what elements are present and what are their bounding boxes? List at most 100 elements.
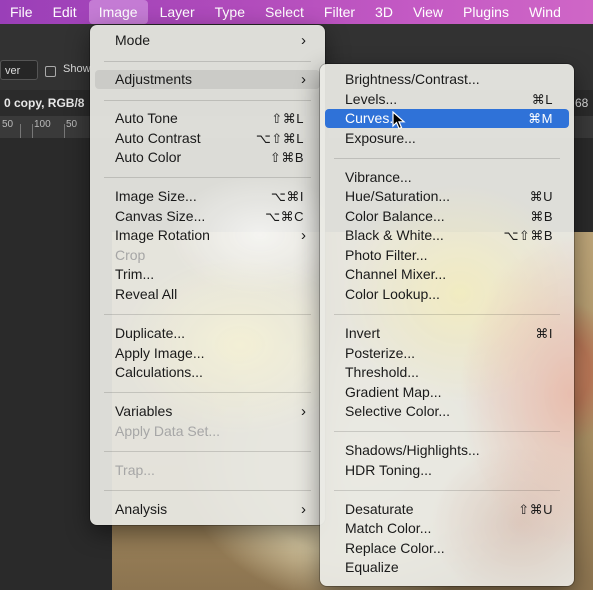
menu-item-label: HDR Toning... xyxy=(345,462,432,478)
menu-item-mode[interactable]: Mode › xyxy=(95,31,320,50)
ruler-label: 50 xyxy=(66,119,78,130)
menu-item-label: Brightness/Contrast... xyxy=(345,71,480,87)
menu-item-color-balance[interactable]: Color Balance... ⌘B xyxy=(325,207,569,226)
menu-item-analysis[interactable]: Analysis › xyxy=(95,500,320,519)
menu-item-label: Gradient Map... xyxy=(345,384,442,400)
menu-separator xyxy=(104,61,311,62)
menu-item-label: Shadows/Highlights... xyxy=(345,442,480,458)
menu-item-label: Black & White... xyxy=(345,227,444,243)
menu-edit[interactable]: Edit xyxy=(43,0,87,24)
menu-item-reveal-all[interactable]: Reveal All xyxy=(95,285,320,304)
menu-item-threshold[interactable]: Threshold... xyxy=(325,363,569,382)
menu-item-calculations[interactable]: Calculations... xyxy=(95,363,320,382)
ruler-tick xyxy=(20,124,21,138)
ruler-label: 50 xyxy=(2,119,14,130)
shortcut-label: ⌘M xyxy=(528,111,553,126)
menu-item-apply-data-set: Apply Data Set... xyxy=(95,422,320,441)
menu-item-levels[interactable]: Levels... ⌘L xyxy=(325,90,569,109)
menu-item-replace-color[interactable]: Replace Color... xyxy=(325,539,569,558)
menu-item-auto-tone[interactable]: Auto Tone ⇧⌘L xyxy=(95,109,320,128)
menu-item-label: Apply Image... xyxy=(115,345,205,361)
menu-item-black-white[interactable]: Black & White... ⌥⇧⌘B xyxy=(325,226,569,245)
menu-item-exposure[interactable]: Exposure... xyxy=(325,129,569,148)
menu-plugins[interactable]: Plugins xyxy=(453,0,519,24)
menu-item-shadows-highlights[interactable]: Shadows/Highlights... xyxy=(325,441,569,460)
menu-item-canvas-size[interactable]: Canvas Size... ⌥⌘C xyxy=(95,207,320,226)
menu-item-auto-color[interactable]: Auto Color ⇧⌘B xyxy=(95,148,320,167)
chevron-right-icon: › xyxy=(301,501,306,518)
menu-separator xyxy=(104,490,311,491)
menu-item-label: Equalize xyxy=(345,559,399,575)
show-label: Show xyxy=(63,63,91,75)
document-tab-right-text: 68 xyxy=(575,96,589,110)
menu-3d[interactable]: 3D xyxy=(365,0,403,24)
menu-item-adjustments[interactable]: Adjustments › xyxy=(95,70,320,89)
chevron-right-icon: › xyxy=(301,227,306,244)
ruler-tick xyxy=(32,124,33,138)
menu-bar: File Edit Image Layer Type Select Filter… xyxy=(0,0,593,24)
menu-image[interactable]: Image xyxy=(88,0,148,24)
menu-item-brightness-contrast[interactable]: Brightness/Contrast... xyxy=(325,70,569,89)
menu-item-label: Calculations... xyxy=(115,364,203,380)
show-checkbox[interactable] xyxy=(45,66,56,77)
menu-separator xyxy=(334,490,560,491)
menu-item-label: Desaturate xyxy=(345,501,414,517)
menu-item-label: Mode xyxy=(115,32,151,48)
shortcut-label: ⌥⌘I xyxy=(270,189,304,204)
image-menu: Mode › Adjustments › Auto Tone ⇧⌘L Auto … xyxy=(90,25,325,525)
menu-item-gradient-map[interactable]: Gradient Map... xyxy=(325,383,569,402)
menu-file[interactable]: File xyxy=(0,0,43,24)
shortcut-label: ⌥⌘C xyxy=(265,209,304,224)
menu-item-label: Crop xyxy=(115,247,146,263)
menu-separator xyxy=(104,314,311,315)
shortcut-label: ⌥⇧⌘B xyxy=(503,228,553,243)
menu-item-channel-mixer[interactable]: Channel Mixer... xyxy=(325,265,569,284)
menu-item-equalize[interactable]: Equalize xyxy=(325,558,569,577)
menu-item-photo-filter[interactable]: Photo Filter... xyxy=(325,246,569,265)
menu-separator xyxy=(104,177,311,178)
menu-item-curves[interactable]: Curves... ⌘M xyxy=(325,109,569,128)
menu-item-invert[interactable]: Invert ⌘I xyxy=(325,324,569,343)
menu-separator xyxy=(334,431,560,432)
tool-preset-dropdown[interactable]: ver xyxy=(0,60,38,80)
shortcut-label: ⌘L xyxy=(531,92,553,107)
menu-item-hdr-toning[interactable]: HDR Toning... xyxy=(325,461,569,480)
ruler-tick xyxy=(64,124,65,138)
menu-item-label: Auto Color xyxy=(115,149,182,165)
menu-item-image-rotation[interactable]: Image Rotation › xyxy=(95,226,320,245)
shortcut-label: ⌥⇧⌘L xyxy=(255,131,304,146)
menu-item-label: Color Lookup... xyxy=(345,286,440,302)
menu-filter[interactable]: Filter xyxy=(314,0,365,24)
menu-window[interactable]: Wind xyxy=(519,0,571,24)
menu-layer[interactable]: Layer xyxy=(150,0,205,24)
menu-item-match-color[interactable]: Match Color... xyxy=(325,519,569,538)
menu-select[interactable]: Select xyxy=(255,0,314,24)
menu-item-desaturate[interactable]: Desaturate ⇧⌘U xyxy=(325,500,569,519)
menu-item-trim[interactable]: Trim... xyxy=(95,265,320,284)
menu-item-duplicate[interactable]: Duplicate... xyxy=(95,324,320,343)
menu-item-image-size[interactable]: Image Size... ⌥⌘I xyxy=(95,187,320,206)
menu-view[interactable]: View xyxy=(403,0,453,24)
menu-separator xyxy=(104,451,311,452)
menu-item-label: Selective Color... xyxy=(345,403,451,419)
adjustments-submenu: Brightness/Contrast... Levels... ⌘L Curv… xyxy=(320,64,574,586)
menu-item-vibrance[interactable]: Vibrance... xyxy=(325,168,569,187)
menu-item-variables[interactable]: Variables › xyxy=(95,402,320,421)
menu-type[interactable]: Type xyxy=(205,0,255,24)
menu-item-label: Apply Data Set... xyxy=(115,423,221,439)
menu-item-posterize[interactable]: Posterize... xyxy=(325,344,569,363)
menu-item-hue-saturation[interactable]: Hue/Saturation... ⌘U xyxy=(325,187,569,206)
menu-item-color-lookup[interactable]: Color Lookup... xyxy=(325,285,569,304)
ruler-label: 100 xyxy=(34,119,51,130)
menu-item-crop: Crop xyxy=(95,246,320,265)
menu-item-label: Reveal All xyxy=(115,286,178,302)
menu-item-label: Duplicate... xyxy=(115,325,186,341)
menu-item-label: Match Color... xyxy=(345,520,432,536)
menu-item-selective-color[interactable]: Selective Color... xyxy=(325,402,569,421)
menu-item-auto-contrast[interactable]: Auto Contrast ⌥⇧⌘L xyxy=(95,129,320,148)
menu-separator xyxy=(104,392,311,393)
menu-item-apply-image[interactable]: Apply Image... xyxy=(95,344,320,363)
menu-item-label: Image Rotation xyxy=(115,227,210,243)
chevron-right-icon: › xyxy=(301,71,306,88)
chevron-right-icon: › xyxy=(301,403,306,420)
